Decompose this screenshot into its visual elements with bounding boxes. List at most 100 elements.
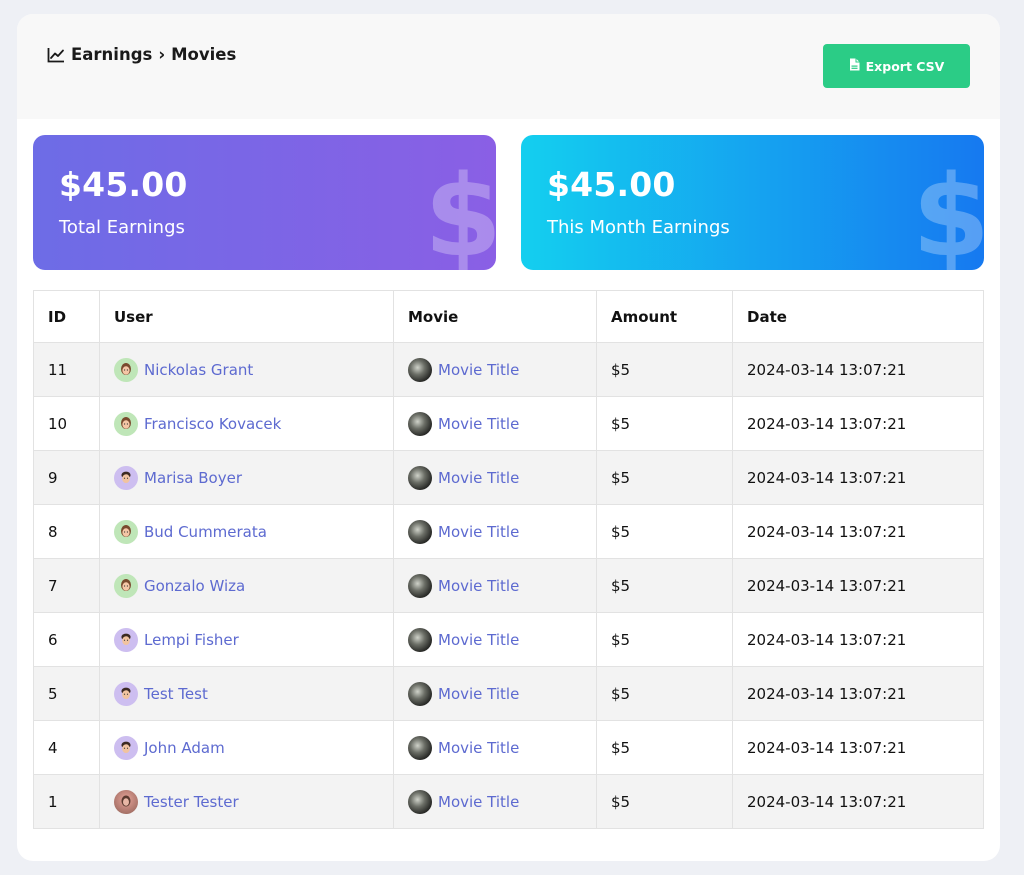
cell-movie: Movie Title bbox=[393, 342, 597, 397]
user-link[interactable]: Marisa Boyer bbox=[144, 469, 242, 487]
cell-movie: Movie Title bbox=[393, 666, 597, 721]
table-row[interactable]: 8 Bud Cummerata Movie Title $5 2024-03-14 13… bbox=[33, 504, 984, 559]
column-header-amount: Amount bbox=[596, 290, 733, 343]
table-body: 11 Nickolas Grant Movie Title $5 2024-03-14 … bbox=[33, 342, 984, 829]
avatar bbox=[114, 735, 138, 760]
movie-thumbnail bbox=[408, 735, 432, 760]
movie-link[interactable]: Movie Title bbox=[438, 361, 519, 379]
movie-thumbnail bbox=[408, 519, 432, 544]
user-link[interactable]: Francisco Kovacek bbox=[144, 415, 281, 433]
cell-id: 5 bbox=[33, 666, 100, 721]
cell-id: 11 bbox=[33, 342, 100, 397]
earnings-card: Earnings › Movies Export CSV $45.00 Tota… bbox=[17, 14, 1000, 861]
dollar-icon: $ bbox=[912, 152, 984, 270]
cell-movie: Movie Title bbox=[393, 396, 597, 451]
cell-date: 2024-03-14 13:07:21 bbox=[732, 342, 984, 397]
cell-user: Bud Cummerata bbox=[99, 504, 394, 559]
user-link[interactable]: Lempi Fisher bbox=[144, 631, 239, 649]
movie-thumbnail bbox=[408, 357, 432, 382]
user-link[interactable]: Test Test bbox=[144, 685, 208, 703]
cell-movie: Movie Title bbox=[393, 504, 597, 559]
avatar bbox=[114, 789, 138, 814]
movie-thumbnail bbox=[408, 411, 432, 436]
total-earnings-amount: $45.00 bbox=[59, 165, 188, 204]
cell-user: Francisco Kovacek bbox=[99, 396, 394, 451]
cell-user: Marisa Boyer bbox=[99, 450, 394, 505]
total-earnings-label: Total Earnings bbox=[59, 217, 185, 238]
cell-amount: $5 bbox=[596, 342, 733, 397]
cell-user: Test Test bbox=[99, 666, 394, 721]
avatar bbox=[114, 627, 138, 652]
movie-link[interactable]: Movie Title bbox=[438, 631, 519, 649]
table-row[interactable]: 11 Nickolas Grant Movie Title $5 2024-03-14 … bbox=[33, 342, 984, 397]
user-link[interactable]: Tester Tester bbox=[144, 793, 239, 811]
movie-thumbnail bbox=[408, 789, 432, 814]
movie-link[interactable]: Movie Title bbox=[438, 415, 519, 433]
breadcrumb: Earnings › Movies bbox=[47, 45, 236, 64]
column-header-id: ID bbox=[33, 290, 100, 343]
csv-file-icon bbox=[849, 58, 860, 74]
cell-id: 9 bbox=[33, 450, 100, 505]
cell-movie: Movie Title bbox=[393, 558, 597, 613]
cell-amount: $5 bbox=[596, 450, 733, 505]
movie-link[interactable]: Movie Title bbox=[438, 739, 519, 757]
movie-thumbnail bbox=[408, 681, 432, 706]
user-link[interactable]: Gonzalo Wiza bbox=[144, 577, 245, 595]
cell-id: 8 bbox=[33, 504, 100, 559]
movie-thumbnail bbox=[408, 573, 432, 598]
movie-link[interactable]: Movie Title bbox=[438, 685, 519, 703]
month-earnings-card: $45.00 This Month Earnings $ bbox=[521, 135, 984, 270]
user-link[interactable]: John Adam bbox=[144, 739, 225, 757]
cell-id: 6 bbox=[33, 612, 100, 667]
cell-id: 10 bbox=[33, 396, 100, 451]
table-row[interactable]: 10 Francisco Kovacek Movie Title $5 2024-03-… bbox=[33, 396, 984, 451]
column-header-date: Date bbox=[732, 290, 984, 343]
cell-date: 2024-03-14 13:07:21 bbox=[732, 450, 984, 505]
avatar bbox=[114, 411, 138, 436]
column-header-user: User bbox=[99, 290, 394, 343]
cell-id: 4 bbox=[33, 720, 100, 775]
cell-date: 2024-03-14 13:07:21 bbox=[732, 720, 984, 775]
card-header: Earnings › Movies Export CSV bbox=[17, 14, 1000, 119]
cell-date: 2024-03-14 13:07:21 bbox=[732, 774, 984, 829]
table-header-row: ID User Movie Amount Date bbox=[33, 290, 984, 343]
movie-link[interactable]: Movie Title bbox=[438, 793, 519, 811]
cell-id: 7 bbox=[33, 558, 100, 613]
table-row[interactable]: 9 Marisa Boyer Movie Title $5 2024-03-14 13:… bbox=[33, 450, 984, 505]
user-link[interactable]: Bud Cummerata bbox=[144, 523, 267, 541]
cell-movie: Movie Title bbox=[393, 612, 597, 667]
cell-amount: $5 bbox=[596, 558, 733, 613]
movie-link[interactable]: Movie Title bbox=[438, 523, 519, 541]
cell-user: John Adam bbox=[99, 720, 394, 775]
cell-date: 2024-03-14 13:07:21 bbox=[732, 504, 984, 559]
table-row[interactable]: 7 Gonzalo Wiza Movie Title $5 2024-03-14 13:… bbox=[33, 558, 984, 613]
line-chart-icon bbox=[47, 47, 65, 63]
cell-date: 2024-03-14 13:07:21 bbox=[732, 666, 984, 721]
breadcrumb-item-earnings[interactable]: Earnings bbox=[71, 45, 152, 64]
cell-amount: $5 bbox=[596, 396, 733, 451]
month-earnings-label: This Month Earnings bbox=[547, 217, 730, 238]
avatar bbox=[114, 573, 138, 598]
table-row[interactable]: 4 John Adam Movie Title $5 2024-03-14 13:07:… bbox=[33, 720, 984, 775]
cell-amount: $5 bbox=[596, 504, 733, 559]
movie-link[interactable]: Movie Title bbox=[438, 469, 519, 487]
export-csv-button[interactable]: Export CSV bbox=[823, 44, 970, 88]
movie-link[interactable]: Movie Title bbox=[438, 577, 519, 595]
cell-movie: Movie Title bbox=[393, 450, 597, 505]
cell-movie: Movie Title bbox=[393, 774, 597, 829]
table-row[interactable]: 1 Tester Tester Movie Title $5 2024-03-14 13… bbox=[33, 774, 984, 829]
avatar bbox=[114, 357, 138, 382]
month-earnings-amount: $45.00 bbox=[547, 165, 676, 204]
cell-user: Gonzalo Wiza bbox=[99, 558, 394, 613]
dollar-icon: $ bbox=[424, 152, 496, 270]
cell-date: 2024-03-14 13:07:21 bbox=[732, 612, 984, 667]
table-row[interactable]: 5 Test Test Movie Title $5 2024-03-14 13:07:… bbox=[33, 666, 984, 721]
cell-id: 1 bbox=[33, 774, 100, 829]
table-row[interactable]: 6 Lempi Fisher Movie Title $5 2024-03-14 13:… bbox=[33, 612, 984, 667]
cell-movie: Movie Title bbox=[393, 720, 597, 775]
avatar bbox=[114, 519, 138, 544]
movie-thumbnail bbox=[408, 627, 432, 652]
user-link[interactable]: Nickolas Grant bbox=[144, 361, 253, 379]
breadcrumb-item-movies: Movies bbox=[171, 45, 237, 64]
cell-user: Tester Tester bbox=[99, 774, 394, 829]
